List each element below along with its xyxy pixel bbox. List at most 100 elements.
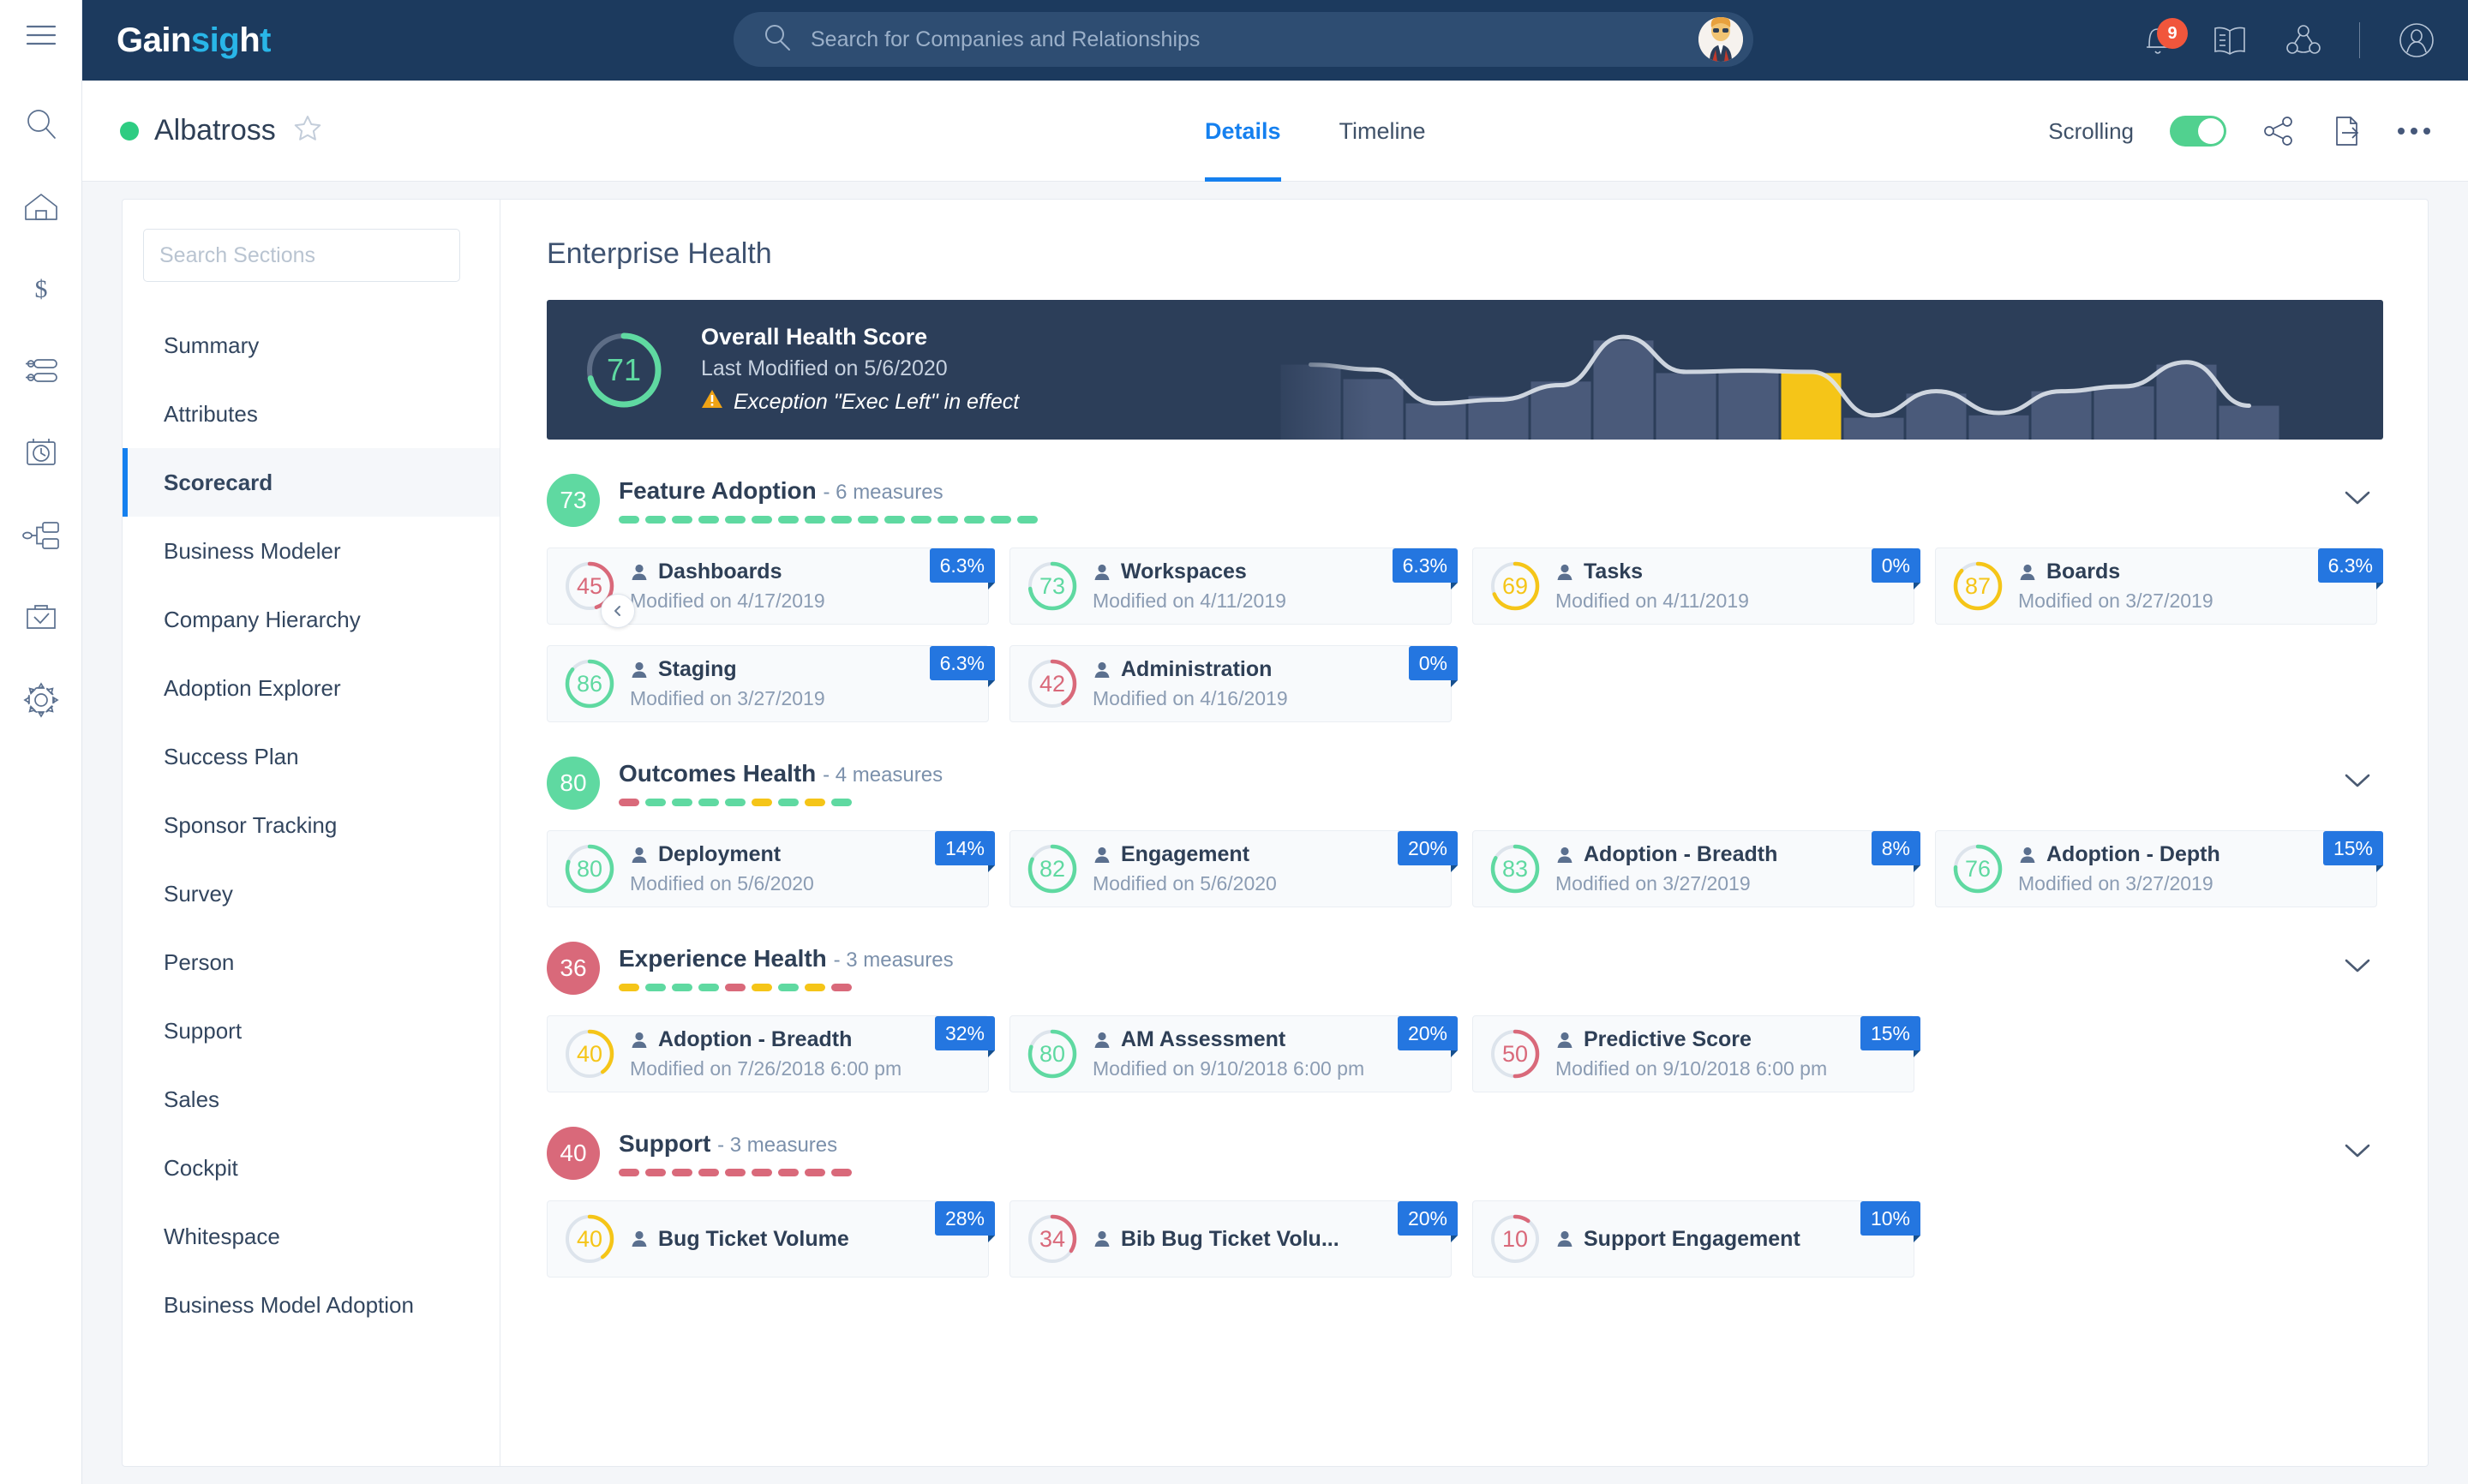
hierarchy-icon[interactable]: [17, 512, 65, 559]
measure-text: AdministrationModified on 4/16/2019: [1093, 657, 1288, 710]
sidebar-item-scorecard[interactable]: Scorecard: [123, 448, 500, 517]
sidebar-item-business-model-adoption[interactable]: Business Model Adoption: [123, 1271, 500, 1339]
clock-calendar-icon[interactable]: [17, 429, 65, 477]
sidebar-item-sponsor-tracking[interactable]: Sponsor Tracking: [123, 791, 500, 859]
chevron-down-icon[interactable]: [2344, 489, 2371, 511]
scrolling-toggle[interactable]: [2170, 116, 2226, 147]
measure-card[interactable]: 40Bug Ticket Volume28%: [547, 1200, 989, 1278]
export-file-icon[interactable]: [2331, 114, 2362, 148]
trend-dash: [805, 799, 825, 806]
measure-card[interactable]: 86StagingModified on 3/27/20196.3%: [547, 645, 989, 722]
sidebar-item-sales[interactable]: Sales: [123, 1065, 500, 1134]
dollar-icon[interactable]: $: [17, 265, 65, 313]
trend-dash: [752, 1169, 772, 1176]
measure-weight-badge: 20%: [1398, 1016, 1458, 1050]
header-actions: Scrolling: [2048, 81, 2430, 182]
overall-score-value: 71: [584, 331, 663, 410]
star-icon[interactable]: [293, 114, 322, 147]
sidebar-item-success-plan[interactable]: Success Plan: [123, 722, 500, 791]
trend-dash: [725, 516, 746, 524]
sidebar-item-survey[interactable]: Survey: [123, 859, 500, 928]
gainsight-logo[interactable]: Gainsight: [117, 21, 271, 60]
avatar[interactable]: [1698, 17, 1743, 62]
category-name: Support: [619, 1130, 710, 1157]
more-options-icon[interactable]: [2398, 128, 2430, 135]
measure-card[interactable]: 83Adoption - BreadthModified on 3/27/201…: [1472, 830, 1914, 907]
section-search-box[interactable]: [143, 229, 460, 282]
share-icon[interactable]: [2262, 116, 2295, 147]
category-name: Outcomes Health: [619, 760, 816, 787]
sidebar-item-adoption-explorer[interactable]: Adoption Explorer: [123, 654, 500, 722]
category-score-bubble: 40: [547, 1127, 600, 1180]
collapse-sidebar-button[interactable]: [601, 594, 635, 628]
measure-text: Adoption - BreadthModified on 3/27/2019: [1555, 842, 1777, 895]
measure-name: Support Engagement: [1584, 1227, 1800, 1252]
hamburger-menu-icon[interactable]: [26, 24, 57, 51]
gear-icon[interactable]: [17, 676, 65, 724]
measure-weight-badge: 10%: [1860, 1201, 1920, 1236]
category-score-bubble: 73: [547, 474, 600, 527]
search-sections-input[interactable]: [159, 243, 444, 268]
trend-dash: [991, 516, 1011, 524]
logo-text-part1: Gain: [117, 21, 191, 59]
sidebar-item-label: Adoption Explorer: [164, 675, 341, 702]
share-network-icon[interactable]: [2285, 24, 2321, 57]
tab-details[interactable]: Details: [1205, 81, 1281, 182]
measure-name-row: Workspaces: [1093, 559, 1286, 584]
category-score-bubble: 80: [547, 757, 600, 810]
sidebar-item-attributes[interactable]: Attributes: [123, 380, 500, 448]
sidebar-item-label: Summary: [164, 332, 259, 359]
sliders-icon[interactable]: [17, 347, 65, 395]
category-header: 73Feature Adoption - 6 measures: [547, 474, 2383, 527]
chevron-down-icon[interactable]: [2344, 957, 2371, 978]
logo-text-part4: t: [260, 21, 271, 59]
measure-score-value: 82: [1026, 842, 1079, 895]
measure-card[interactable]: 80AM AssessmentModified on 9/10/2018 6:0…: [1009, 1015, 1452, 1092]
measure-card[interactable]: 10Support Engagement10%: [1472, 1200, 1914, 1278]
measure-modified-date: Modified on 3/27/2019: [630, 687, 825, 710]
measure-score-value: 80: [1026, 1027, 1079, 1080]
measure-name: Workspaces: [1121, 559, 1247, 584]
sidebar-item-label: Survey: [164, 881, 233, 907]
sidebar-item-person[interactable]: Person: [123, 928, 500, 996]
sidebar-item-support[interactable]: Support: [123, 996, 500, 1065]
clipboard-check-icon[interactable]: [17, 594, 65, 642]
overall-health-banner: 71 Overall Health Score Last Modified on…: [547, 300, 2383, 440]
search-input[interactable]: [811, 27, 1753, 52]
bell-icon[interactable]: 9: [2142, 23, 2174, 57]
sidebar-item-label: Business Model Adoption: [164, 1292, 414, 1319]
measure-name-row: Bib Bug Ticket Volu...: [1093, 1227, 1339, 1252]
measure-card[interactable]: 73WorkspacesModified on 4/11/20196.3%: [1009, 548, 1452, 625]
measure-card[interactable]: 76Adoption - DepthModified on 3/27/20191…: [1935, 830, 2377, 907]
person-icon: [1555, 1031, 1574, 1050]
sidebar-item-business-modeler[interactable]: Business Modeler: [123, 517, 500, 585]
trend-dash: [964, 516, 985, 524]
measure-card[interactable]: 69TasksModified on 4/11/20190%: [1472, 548, 1914, 625]
tab-timeline[interactable]: Timeline: [1339, 81, 1426, 182]
chevron-down-icon[interactable]: [2344, 1142, 2371, 1164]
trend-dash: [672, 984, 692, 991]
measure-name-row: Dashboards: [630, 559, 825, 584]
measure-score-value: 50: [1489, 1027, 1542, 1080]
measure-card[interactable]: 80DeploymentModified on 5/6/202014%: [547, 830, 989, 907]
global-search-bar[interactable]: [734, 12, 1753, 67]
measure-card[interactable]: 50Predictive ScoreModified on 9/10/2018 …: [1472, 1015, 1914, 1092]
sidebar-item-cockpit[interactable]: Cockpit: [123, 1134, 500, 1202]
measure-card[interactable]: 42AdministrationModified on 4/16/20190%: [1009, 645, 1452, 722]
book-icon[interactable]: [2212, 24, 2248, 57]
measure-card[interactable]: 82EngagementModified on 5/6/202020%: [1009, 830, 1452, 907]
user-account-icon[interactable]: [2398, 21, 2435, 59]
measure-score-ring: 34: [1026, 1212, 1079, 1266]
measure-card[interactable]: 87BoardsModified on 3/27/20196.3%: [1935, 548, 2377, 625]
home-icon[interactable]: [17, 183, 65, 230]
search-icon[interactable]: [17, 100, 65, 148]
sidebar-item-summary[interactable]: Summary: [123, 311, 500, 380]
measure-card[interactable]: 40Adoption - BreadthModified on 7/26/201…: [547, 1015, 989, 1092]
overall-score-donut: 71: [584, 331, 663, 410]
measure-card[interactable]: 34Bib Bug Ticket Volu...20%: [1009, 1200, 1452, 1278]
sidebar-item-company-hierarchy[interactable]: Company Hierarchy: [123, 585, 500, 654]
overall-health-text: Overall Health Score Last Modified on 5/…: [701, 324, 1019, 416]
sidebar-item-whitespace[interactable]: Whitespace: [123, 1202, 500, 1271]
health-trend-chart: [1261, 300, 2383, 440]
chevron-down-icon[interactable]: [2344, 772, 2371, 793]
